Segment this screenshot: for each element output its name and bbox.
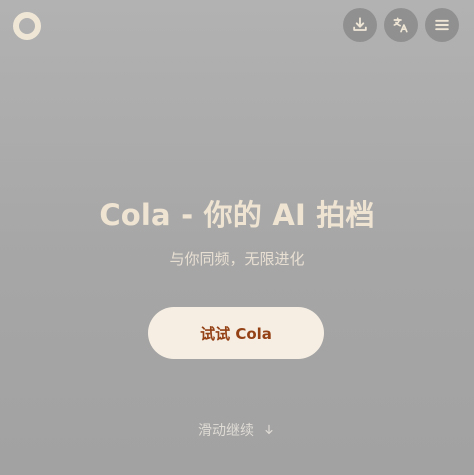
hero-subtitle: 与你同频，无限进化: [169, 250, 305, 268]
menu-button[interactable]: [425, 8, 459, 42]
header-actions: [343, 8, 459, 42]
scroll-continue[interactable]: 滑动继续: [0, 420, 474, 440]
menu-icon: [432, 15, 452, 35]
scroll-label: 滑动继续: [198, 423, 254, 439]
translate-button[interactable]: [384, 8, 418, 42]
download-button[interactable]: [343, 8, 377, 42]
logo: [13, 12, 41, 40]
download-icon: [350, 15, 370, 35]
arrow-down-icon: [262, 423, 276, 437]
translate-icon: [391, 15, 411, 35]
hero-title: Cola - 你的 AI 拍档: [99, 198, 375, 232]
hero-section: Cola - 你的 AI 拍档 与你同频，无限进化: [0, 190, 474, 271]
try-cola-button[interactable]: 试试 Cola: [148, 307, 324, 359]
